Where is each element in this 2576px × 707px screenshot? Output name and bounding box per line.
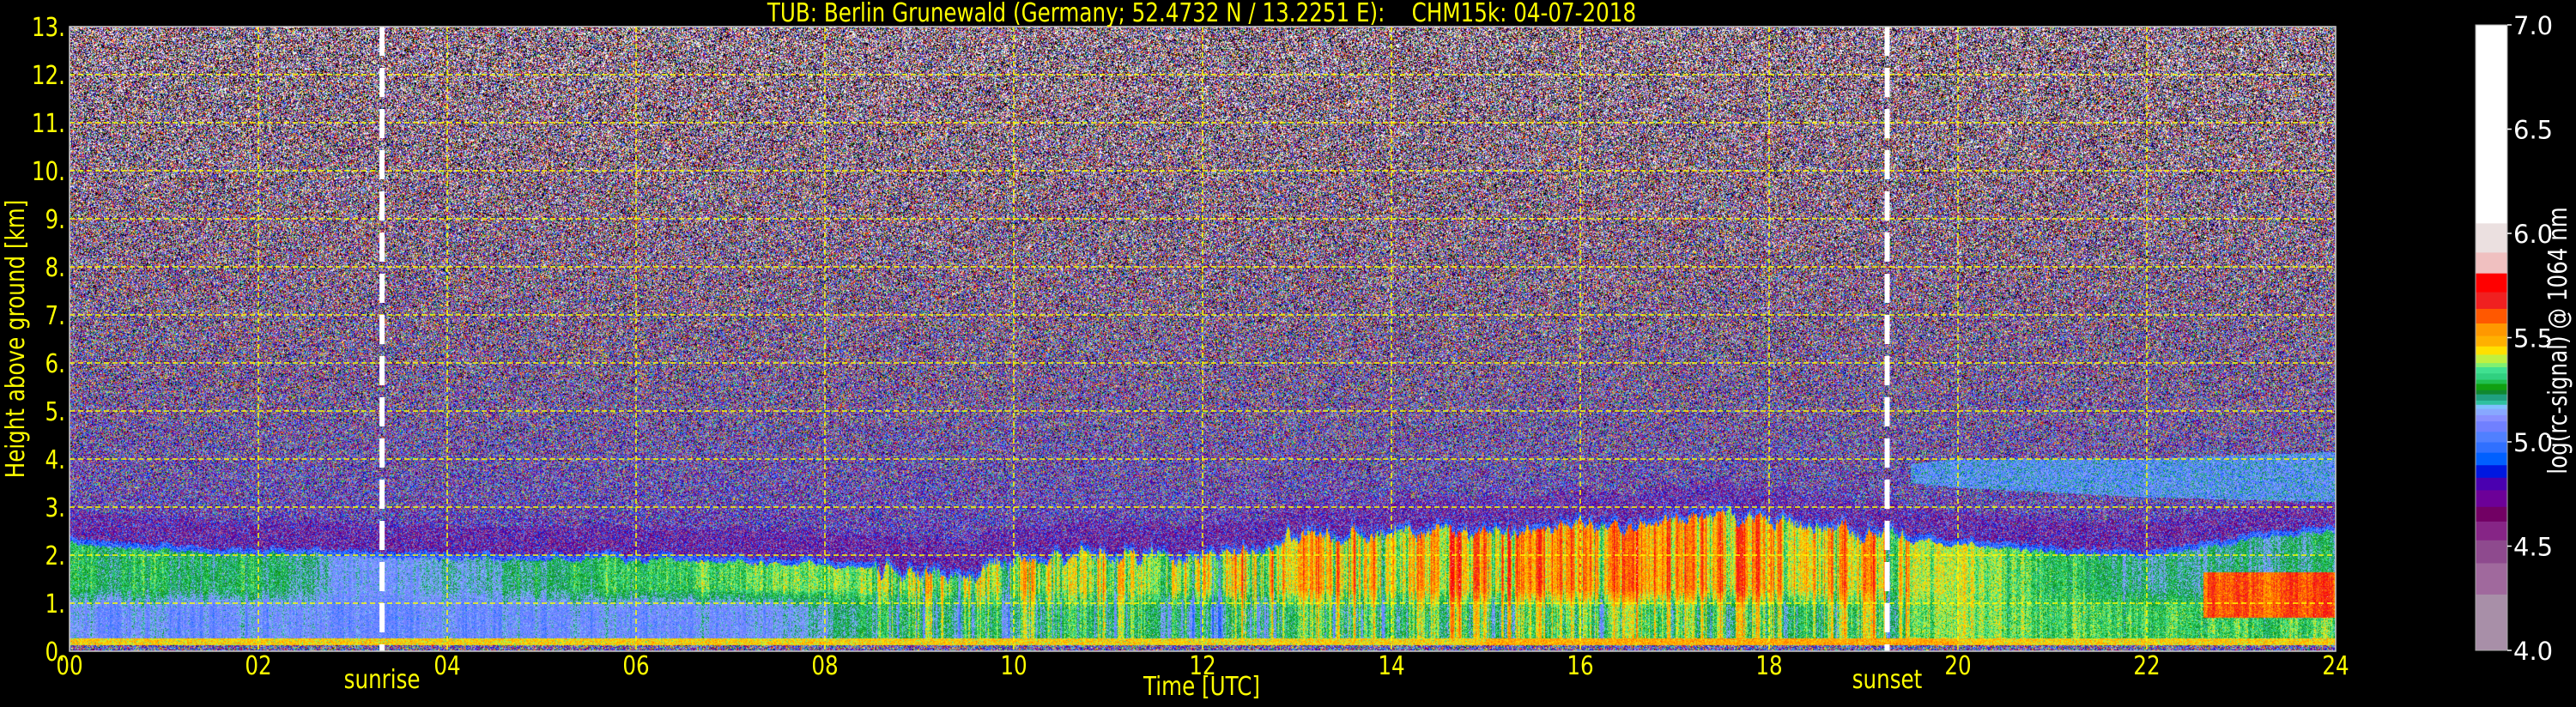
x-axis-label: Time [UTC] xyxy=(1143,673,1260,702)
colorbar-band xyxy=(2476,477,2507,491)
x-tick-label: 06 xyxy=(622,652,649,681)
y-tick-label: 11. xyxy=(32,110,65,139)
colorbar-band xyxy=(2476,408,2507,415)
colorbar-band xyxy=(2476,362,2507,368)
x-tick-label: 18 xyxy=(1755,652,1782,681)
x-tick-label: 24 xyxy=(2322,652,2349,681)
colorbar-band xyxy=(2476,414,2507,422)
colorbar-band xyxy=(2476,464,2507,478)
colorbar-band xyxy=(2476,521,2507,541)
x-tick-label: 02 xyxy=(245,652,271,681)
grid-lines xyxy=(70,27,2336,651)
y-tick-label: 10. xyxy=(32,158,65,187)
colorbar-band xyxy=(2476,323,2507,336)
sun-markers: sunrise sunset xyxy=(344,27,1923,695)
sunrise-label: sunrise xyxy=(344,666,421,695)
colorbar-tick-label: 4.5 xyxy=(2513,533,2553,562)
sunset-label: sunset xyxy=(1852,666,1923,695)
colorbar xyxy=(2476,25,2507,651)
colorbar-band xyxy=(2476,372,2507,380)
colorbar-band xyxy=(2476,540,2507,564)
colorbar-band xyxy=(2476,273,2507,293)
colorbar-band xyxy=(2476,366,2507,374)
y-tick-labels: 0.1.2.3.4.5.6.7.8.9.10.11.12.13. xyxy=(32,14,65,668)
colorbar-band xyxy=(2476,489,2507,507)
x-tick-label: 00 xyxy=(56,652,82,681)
y-tick-label: 13. xyxy=(32,14,65,43)
y-tick-label: 7. xyxy=(45,302,65,331)
x-tick-label: 08 xyxy=(811,652,838,681)
colorbar-band xyxy=(2476,400,2507,405)
colorbar-band xyxy=(2476,394,2507,401)
colorbar-band xyxy=(2476,431,2507,443)
colorbar-band xyxy=(2476,308,2507,323)
y-tick-label: 2. xyxy=(45,542,65,571)
colorbar-band xyxy=(2476,346,2507,355)
colorbar-label: log(rc-signal) @ 1064 nm xyxy=(2544,207,2573,474)
ceilometer-plot: sunrise sunset 0. 1. 2. 3. 4. 5. 6. 7. 8. 9. 10. 11.… xyxy=(0,0,2576,707)
y-tick-label: 8. xyxy=(45,254,65,283)
y-tick-label: 6. xyxy=(45,350,65,379)
colorbar-band xyxy=(2476,354,2507,364)
colorbar-band xyxy=(2476,335,2507,347)
y-tick-label: 12. xyxy=(32,62,65,91)
colorbar-band xyxy=(2476,442,2507,453)
colorbar-band xyxy=(2476,390,2507,395)
x-tick-label: 22 xyxy=(2133,652,2160,681)
chart-title: TUB: Berlin Grunewald (Germany; 52.4732 … xyxy=(767,0,1636,28)
colorbar-tick-label: 4.0 xyxy=(2513,637,2553,666)
x-tick-label: 20 xyxy=(1944,652,1971,681)
colorbar-band xyxy=(2476,594,2507,651)
y-axis-label: Height above ground [km] xyxy=(2,200,31,479)
plot-overlay: sunrise sunset 0.1.2.3.4.5.6.7.8.9.10.11.… xyxy=(2,0,2573,702)
colorbar-band xyxy=(2476,292,2507,309)
colorbar-tick-label: 7.0 xyxy=(2513,11,2553,40)
colorbar-band xyxy=(2476,222,2507,253)
y-tick-label: 3. xyxy=(45,494,65,523)
x-tick-label: 10 xyxy=(1000,652,1027,681)
colorbar-band xyxy=(2476,25,2507,224)
colorbar-tick-label: 6.5 xyxy=(2513,116,2553,145)
colorbar-band xyxy=(2476,420,2507,432)
colorbar-band xyxy=(2476,562,2507,595)
y-tick-label: 5. xyxy=(45,398,65,427)
colorbar-band xyxy=(2476,506,2507,522)
colorbar-band xyxy=(2476,452,2507,466)
x-tick-label: 16 xyxy=(1567,652,1593,681)
y-tick-label: 9. xyxy=(45,206,65,235)
y-tick-label: 4. xyxy=(45,446,65,475)
colorbar-band xyxy=(2476,251,2507,274)
colorbar-band xyxy=(2476,383,2507,390)
colorbar-band xyxy=(2476,379,2507,384)
x-tick-label: 14 xyxy=(1378,652,1404,681)
x-tick-label: 04 xyxy=(433,652,460,681)
y-tick-label: 1. xyxy=(45,590,65,619)
colorbar-band xyxy=(2476,404,2507,409)
